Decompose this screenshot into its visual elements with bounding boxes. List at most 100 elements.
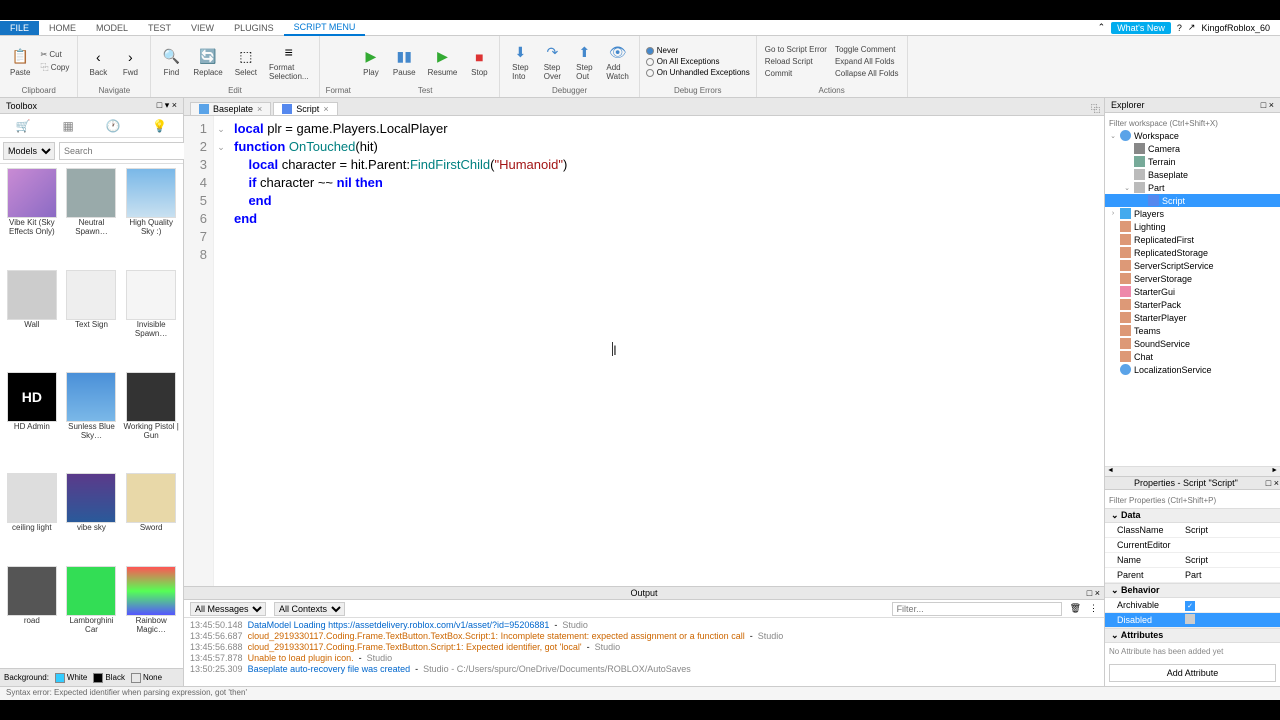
menu-view[interactable]: VIEW (181, 21, 224, 35)
more-icon[interactable]: ⋮ (1089, 603, 1098, 614)
all-exc-radio[interactable]: On All Exceptions (646, 56, 750, 67)
menu-home[interactable]: HOME (39, 21, 86, 35)
tree-node[interactable]: StarterPack (1105, 298, 1280, 311)
tree-node[interactable]: StarterGui (1105, 285, 1280, 298)
step-over-button[interactable]: ↷Step Over (538, 40, 566, 83)
tree-node[interactable]: LocalizationService (1105, 363, 1280, 376)
share-icon[interactable]: ↗ (1188, 22, 1196, 33)
commit-button[interactable]: Commit (763, 68, 829, 79)
bg-white[interactable]: White (55, 673, 87, 683)
tree-node[interactable]: ReplicatedFirst (1105, 233, 1280, 246)
category-select[interactable]: Models (3, 142, 55, 160)
toolbox-item[interactable]: High Quality Sky :) (123, 168, 179, 266)
cut-button[interactable]: ✂ Cut (38, 49, 71, 60)
pause-button[interactable]: ▮▮Pause (389, 45, 420, 79)
resume-button[interactable]: ▶Resume (424, 45, 462, 79)
toolbox-item[interactable]: HDHD Admin (4, 372, 60, 470)
trash-icon[interactable]: 🗑 (1070, 603, 1081, 614)
filter-messages[interactable]: All Messages (190, 602, 266, 616)
tb-tab-inventory[interactable]: ▦ (62, 119, 73, 133)
search-input[interactable] (59, 142, 186, 160)
tree-node[interactable]: ⌄Part (1105, 181, 1280, 194)
detach-icon[interactable]: ⿻ (1087, 102, 1104, 115)
tb-tab-marketplace[interactable]: 🛒 (16, 119, 31, 133)
prop-row[interactable]: Disabled (1105, 613, 1280, 628)
prop-row[interactable]: Archivable✓ (1105, 598, 1280, 613)
tree-node[interactable]: ReplicatedStorage (1105, 246, 1280, 259)
tb-tab-recent[interactable]: 🕐 (106, 119, 121, 133)
close-icon[interactable]: □ ▾ × (157, 100, 177, 111)
step-into-button[interactable]: ⬇Step Into (506, 40, 534, 83)
fwd-button[interactable]: ›Fwd (116, 45, 144, 79)
copy-button[interactable]: ⿻ Copy (38, 61, 71, 74)
menu-plugins[interactable]: PLUGINS (224, 21, 284, 35)
tree-node[interactable]: ServerStorage (1105, 272, 1280, 285)
step-out-button[interactable]: ⬆Step Out (570, 40, 598, 83)
toolbox-item[interactable]: vibe sky (64, 473, 120, 562)
toolbox-item[interactable]: Rainbow Magic… (123, 566, 179, 664)
scrollbar[interactable] (1105, 466, 1280, 476)
toolbox-item[interactable]: Working Pistol | Gun (123, 372, 179, 470)
find-button[interactable]: 🔍Find (157, 45, 185, 79)
toolbox-item[interactable]: Sunless Blue Sky… (64, 372, 120, 470)
tree-node[interactable]: Camera (1105, 142, 1280, 155)
file-menu[interactable]: FILE (0, 21, 39, 35)
unhandled-radio[interactable]: On Unhandled Exceptions (646, 67, 750, 78)
paste-button[interactable]: 📋Paste (6, 45, 34, 79)
whats-new-button[interactable]: What's New (1111, 22, 1171, 34)
goto-err-button[interactable]: Go to Script Error (763, 44, 829, 55)
tb-tab-create[interactable]: 💡 (152, 119, 167, 133)
tree-node[interactable]: Chat (1105, 350, 1280, 363)
prop-row[interactable]: ParentPart (1105, 568, 1280, 583)
tree-node[interactable]: ⌄Workspace (1105, 129, 1280, 142)
toolbox-item[interactable]: Sword (123, 473, 179, 562)
output-filter-input[interactable] (892, 602, 1062, 616)
tree-node[interactable]: Baseplate (1105, 168, 1280, 181)
close-icon[interactable]: × (257, 104, 262, 114)
play-button[interactable]: ▶Play (357, 45, 385, 79)
add-watch-button[interactable]: 👁Add Watch (602, 40, 632, 83)
toolbox-item[interactable]: ceiling light (4, 473, 60, 562)
format-sel-button[interactable]: ≡Format Selection... (265, 40, 313, 83)
bg-black[interactable]: Black (93, 673, 125, 683)
menu-test[interactable]: TEST (138, 21, 181, 35)
close-icon[interactable]: × (323, 104, 328, 114)
code-editor[interactable]: 12345678 ⌄⌄ local plr = game.Players.Loc… (184, 116, 1104, 586)
never-radio[interactable]: Never (646, 45, 750, 56)
tree-node[interactable]: ›Players (1105, 207, 1280, 220)
stop-button[interactable]: ■Stop (465, 45, 493, 79)
close-icon[interactable]: □ × (1261, 100, 1274, 110)
prop-row[interactable]: ClassNameScript (1105, 523, 1280, 538)
reload-button[interactable]: Reload Script (763, 56, 829, 67)
close-icon[interactable]: □ × (1266, 478, 1279, 488)
tree-node[interactable]: Lighting (1105, 220, 1280, 233)
toggle-comment-button[interactable]: Toggle Comment (833, 44, 901, 55)
prop-row[interactable]: CurrentEditor (1105, 538, 1280, 553)
back-button[interactable]: ‹Back (84, 45, 112, 79)
select-button[interactable]: ⬚Select (231, 45, 261, 79)
toolbox-item[interactable]: Invisible Spawn… (123, 270, 179, 368)
toolbox-item[interactable]: road (4, 566, 60, 664)
collapse-folds-button[interactable]: Collapse All Folds (833, 68, 901, 79)
toolbox-item[interactable]: Neutral Spawn… (64, 168, 120, 266)
menu-model[interactable]: MODEL (86, 21, 138, 35)
tree-node[interactable]: SoundService (1105, 337, 1280, 350)
toolbox-item[interactable]: Wall (4, 270, 60, 368)
expand-folds-button[interactable]: Expand All Folds (833, 56, 901, 67)
tree-node[interactable]: Teams (1105, 324, 1280, 337)
tree-node[interactable]: Terrain (1105, 155, 1280, 168)
tree-node[interactable]: Script (1105, 194, 1280, 207)
tree-node[interactable]: ServerScriptService (1105, 259, 1280, 272)
toolbox-item[interactable]: Lamborghini Car (64, 566, 120, 664)
close-icon[interactable]: □ × (1087, 588, 1100, 598)
tab-script[interactable]: Script× (273, 102, 337, 115)
collapse-icon[interactable]: ⌃ (1098, 22, 1106, 33)
add-attribute-button[interactable]: Add Attribute (1109, 664, 1276, 682)
toolbox-item[interactable]: Vibe Kit (Sky Effects Only) (4, 168, 60, 266)
bg-none[interactable]: None (131, 673, 162, 683)
help-icon[interactable]: ? (1177, 23, 1182, 33)
replace-button[interactable]: 🔄Replace (189, 45, 226, 79)
tree-node[interactable]: StarterPlayer (1105, 311, 1280, 324)
menu-script menu[interactable]: SCRIPT MENU (284, 20, 366, 36)
prop-row[interactable]: NameScript (1105, 553, 1280, 568)
